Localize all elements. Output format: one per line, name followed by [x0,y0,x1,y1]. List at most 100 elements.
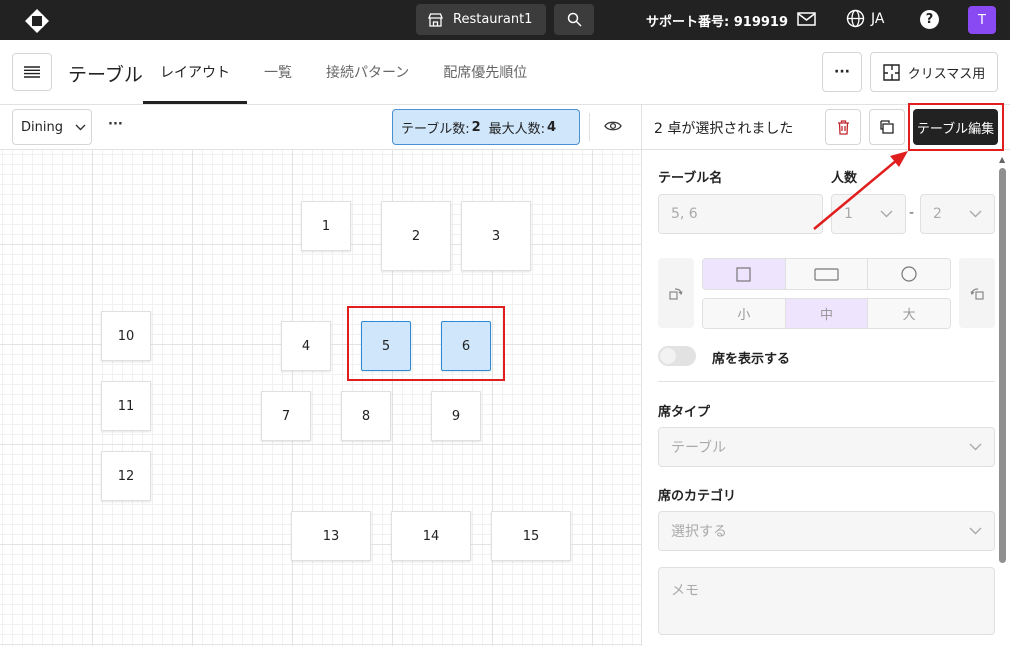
people-label: 人数 [831,171,858,186]
table-name-label: テーブル名 [658,171,723,186]
selection-stats-badge: テーブル数: 2 最大人数: 4 [392,109,580,145]
people-min-value: 1 [844,206,853,222]
table-9[interactable]: 9 [431,391,481,441]
seat-type-value: テーブル [671,440,727,456]
support-number: サポート番号: 919919 [646,15,788,30]
memo-placeholder: メモ [671,583,699,599]
globe-icon [846,9,865,28]
table-2[interactable]: 2 [381,201,451,271]
canvas-toolbar: Dining ··· テーブル数: 2 最大人数: 4 [0,105,641,150]
table-12[interactable]: 12 [101,451,151,501]
shape-square-option[interactable] [703,259,786,289]
people-max-select[interactable]: 2 [920,194,995,234]
restaurant-name: Restaurant1 [453,12,533,27]
language-selector[interactable]: JA [846,9,884,28]
table-7[interactable]: 7 [261,391,311,441]
copy-icon [880,120,894,134]
show-seats-label: 席を表示する [712,352,791,367]
table-14[interactable]: 14 [391,511,471,561]
table-10[interactable]: 10 [101,311,151,361]
seat-category-placeholder: 選択する [671,524,727,540]
app-logo-icon[interactable] [24,8,50,34]
eye-icon[interactable] [604,119,622,133]
restaurant-selector[interactable]: Restaurant1 [416,4,546,35]
duplicate-button[interactable] [869,109,905,145]
table-count-label: テーブル数: [401,121,470,137]
floorplan-icon [882,63,900,81]
delete-button[interactable] [825,109,861,145]
shape-rectangle-option[interactable] [785,259,869,289]
rotate-left-button[interactable] [658,258,694,328]
seat-category-label: 席のカテゴリ [658,489,737,504]
tab-connection-patterns[interactable]: 接続パターン [309,40,426,104]
help-icon[interactable]: ? [920,10,939,29]
rectangle-icon [814,267,839,281]
tab-seating-priority[interactable]: 配席優先順位 [426,40,544,104]
mail-icon[interactable] [797,12,816,26]
area-select-value: Dining [21,119,63,135]
toolbar-divider [589,113,590,141]
show-seats-toggle[interactable] [658,346,696,366]
panel-scrollbar[interactable] [999,168,1006,563]
section-divider [658,381,995,382]
tab-layout[interactable]: レイアウト [143,40,247,104]
table-8[interactable]: 8 [341,391,391,441]
chevron-down-icon [969,210,982,218]
store-icon [428,12,443,27]
rotate-left-icon [669,288,683,300]
layout-selector-button[interactable]: クリスマス用 [870,52,998,92]
square-icon [736,266,751,282]
table-4[interactable]: 4 [281,321,331,371]
size-selector: 小 中 大 [702,298,951,329]
memo-textarea[interactable]: メモ [658,567,995,635]
people-range-separator: - [909,205,915,221]
table-13[interactable]: 13 [291,511,371,561]
shape-selector [702,258,951,290]
language-code: JA [871,10,885,27]
size-large-option[interactable]: 大 [868,299,950,328]
edit-button-highlight-box [908,103,1004,151]
page-title: テーブル [68,64,143,86]
chevron-down-icon [880,210,893,218]
top-bar: Restaurant1 サポート番号: 919919 JA ? T [0,0,1010,40]
max-people-label: 最大人数: [488,121,546,137]
area-select[interactable]: Dining [12,109,92,145]
trash-icon [837,119,849,135]
people-max-value: 2 [933,206,942,222]
rotate-right-icon [970,288,984,300]
chevron-down-icon [969,527,982,535]
size-medium-option[interactable]: 中 [785,299,869,328]
search-icon [567,12,582,27]
table-1[interactable]: 1 [301,201,351,251]
size-small-option[interactable]: 小 [703,299,786,328]
seat-type-select[interactable]: テーブル [658,427,995,467]
seat-category-select[interactable]: 選択する [658,511,995,551]
selection-count-text: 2 卓が選択されました [654,121,794,137]
avatar[interactable]: T [968,6,996,34]
chevron-down-icon [969,443,982,451]
tab-bar: レイアウト 一覧 接続パターン 配席優先順位 [143,40,544,104]
chevron-down-icon [75,124,86,130]
table-count-value: 2 [471,119,481,135]
table-3[interactable]: 3 [461,201,531,271]
rotate-right-button[interactable] [959,258,995,328]
header-more-button[interactable]: ··· [822,52,862,92]
shape-circle-option[interactable] [868,259,950,289]
floor-layout-canvas[interactable]: 1 2 3 4 5 6 7 8 9 10 11 12 13 14 15 [0,150,641,646]
selection-highlight-box [347,306,505,381]
table-name-input[interactable]: 5, 6 [658,194,823,234]
layout-name: クリスマス用 [907,66,986,82]
menu-icon [24,66,40,78]
search-button[interactable] [554,4,594,35]
page-header: テーブル レイアウト 一覧 接続パターン 配席優先順位 ··· クリスマス用 [0,40,1010,105]
edit-panel: テーブル名 人数 5, 6 1 - 2 小 中 大 席を表示する 席タイプ テー… [642,150,998,646]
people-min-select[interactable]: 1 [831,194,906,234]
tab-list[interactable]: 一覧 [247,40,309,104]
scroll-up-arrow-icon[interactable]: ▲ [999,155,1005,164]
circle-icon [901,266,917,282]
seat-type-label: 席タイプ [658,405,711,420]
toolbar-more-button[interactable]: ··· [108,117,123,132]
table-15[interactable]: 15 [491,511,571,561]
hamburger-menu-button[interactable] [12,53,52,91]
table-11[interactable]: 11 [101,381,151,431]
